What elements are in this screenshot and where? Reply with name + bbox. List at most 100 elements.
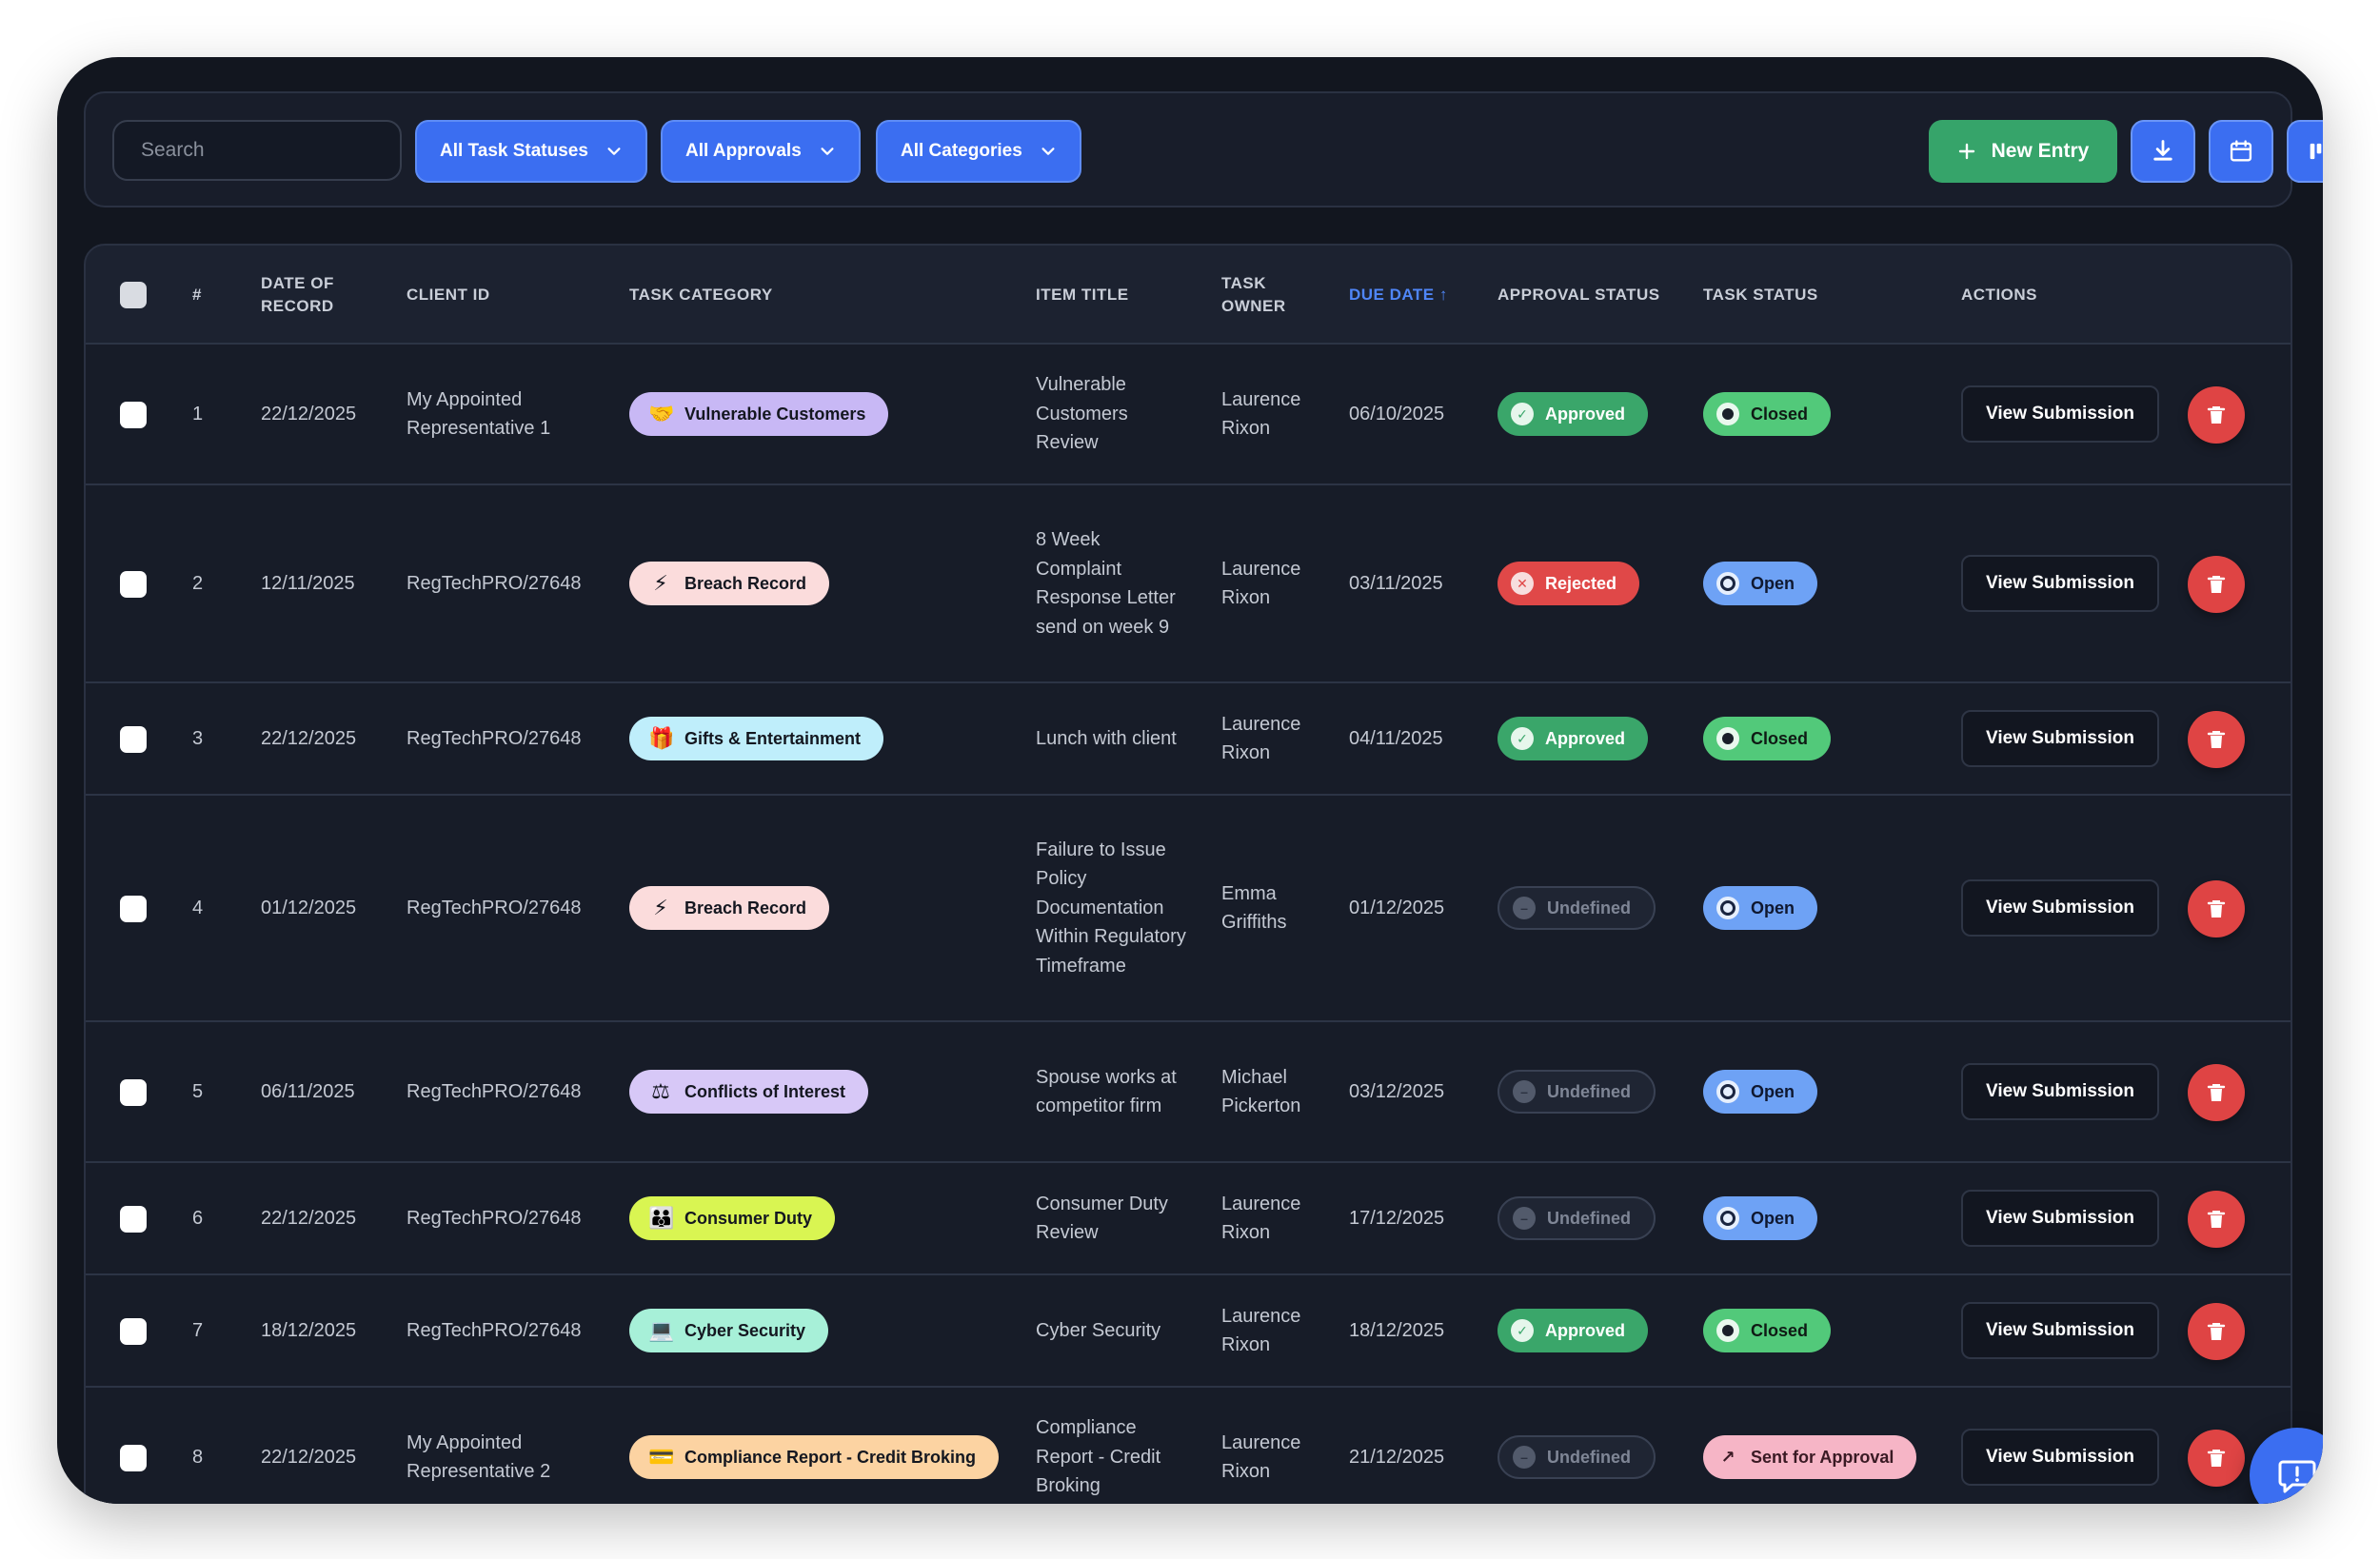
task-status-badge: Open: [1703, 562, 1818, 605]
select-all-checkbox[interactable]: [120, 282, 147, 308]
row-number: 6: [192, 1207, 204, 1229]
row-number: 7: [192, 1319, 204, 1341]
delete-button[interactable]: [2188, 880, 2245, 937]
row-checkbox[interactable]: [120, 896, 147, 922]
delete-button[interactable]: [2188, 1191, 2245, 1248]
category-badge: 🎁 Gifts & Entertainment: [629, 717, 884, 760]
client-id: RegTechPRO/27648: [407, 572, 582, 594]
task-status-badge: Open: [1703, 1070, 1818, 1114]
kanban-view-button[interactable]: [2287, 120, 2323, 183]
col-task-category: TASK CATEGORY: [629, 286, 773, 304]
approvals-filter[interactable]: All Approvals: [661, 120, 861, 183]
approval-status-cell: – Undefined: [1497, 1388, 1688, 1504]
task-owner: Laurence Rixon: [1221, 1431, 1301, 1483]
task-status-cell: Closed: [1703, 345, 1951, 483]
col-task-status: TASK STATUS: [1703, 286, 1818, 304]
task-category-cell: 💻 Cyber Security: [629, 1275, 1029, 1386]
due-date: 04/11/2025: [1349, 727, 1443, 749]
view-submission-button[interactable]: View Submission: [1961, 385, 2159, 443]
task-category-cell: 🤝 Vulnerable Customers: [629, 345, 1029, 483]
date-of-record: 22/12/2025: [261, 727, 357, 749]
approval-status-badge: – Undefined: [1497, 886, 1656, 930]
delete-button[interactable]: [2188, 711, 2245, 768]
due-date: 17/12/2025: [1349, 1207, 1445, 1229]
check-icon: ✓: [1511, 727, 1534, 750]
categories-filter[interactable]: All Categories: [876, 120, 1081, 183]
task-category-cell: ⚡ Breach Record: [629, 485, 1029, 681]
approval-status-cell: ✓ Approved: [1497, 683, 1688, 794]
new-entry-button[interactable]: New Entry: [1929, 120, 2117, 183]
delete-button[interactable]: [2188, 1430, 2245, 1487]
delete-button[interactable]: [2188, 1064, 2245, 1121]
minus-icon: –: [1513, 1207, 1536, 1230]
calendar-button[interactable]: [2209, 120, 2273, 183]
task-owner: Laurence Rixon: [1221, 558, 1301, 609]
trash-icon: [2207, 1450, 2226, 1467]
approval-status-label: Approved: [1545, 728, 1626, 748]
delete-button[interactable]: [2188, 1303, 2245, 1360]
row-checkbox[interactable]: [120, 1445, 147, 1471]
table-row: 3 22/12/2025 RegTechPRO/27648 🎁 Gifts & Ente…: [86, 683, 2291, 796]
task-status-label: Open: [1751, 1081, 1795, 1101]
row-checkbox[interactable]: [120, 1206, 147, 1233]
view-submission-button[interactable]: View Submission: [1961, 1063, 2159, 1120]
task-status-label: Open: [1751, 573, 1795, 593]
category-label: Breach Record: [684, 573, 807, 593]
item-title: 8 Week Complaint Response Letter send on…: [1036, 529, 1176, 638]
category-label: Cyber Security: [684, 1320, 806, 1340]
filled-circle-icon: [1716, 727, 1739, 750]
approval-status-label: Approved: [1545, 1320, 1626, 1340]
approval-status-cell: – Undefined: [1497, 1163, 1688, 1273]
item-title: Compliance Report - Credit Broking: [1036, 1417, 1161, 1497]
row-number: 1: [192, 403, 204, 424]
task-status-cell: Open: [1703, 1022, 1951, 1161]
row-checkbox[interactable]: [120, 726, 147, 753]
table-row: 8 22/12/2025 My Appointed Representative 2…: [86, 1388, 2291, 1504]
view-submission-button[interactable]: View Submission: [1961, 710, 2159, 767]
search-input[interactable]: Search: [112, 120, 402, 181]
row-checkbox[interactable]: [120, 1318, 147, 1345]
row-checkbox[interactable]: [120, 1079, 147, 1106]
category-label: Breach Record: [684, 898, 807, 918]
task-status-cell: Closed: [1703, 683, 1951, 794]
client-id: RegTechPRO/27648: [407, 1319, 582, 1341]
view-submission-button[interactable]: View Submission: [1961, 1302, 2159, 1359]
task-status-label: Closed: [1751, 404, 1809, 424]
task-status-cell: Closed: [1703, 1275, 1951, 1386]
approvals-filter-label: All Approvals: [685, 141, 802, 161]
view-submission-button[interactable]: View Submission: [1961, 879, 2159, 937]
view-submission-button[interactable]: View Submission: [1961, 1429, 2159, 1486]
open-circle-icon: [1716, 1080, 1739, 1103]
view-submission-button[interactable]: View Submission: [1961, 1190, 2159, 1247]
trash-icon: [2207, 731, 2226, 748]
chevron-down-icon: [607, 148, 621, 155]
row-checkbox[interactable]: [120, 571, 147, 598]
date-of-record: 01/12/2025: [261, 897, 357, 918]
approval-status-cell: ✓ Approved: [1497, 345, 1688, 483]
item-title: Vulnerable Customers Review: [1036, 374, 1128, 454]
table-row: 5 06/11/2025 RegTechPRO/27648 ⚖ Conflicts of…: [86, 1022, 2291, 1163]
item-title: Lunch with client: [1036, 727, 1177, 749]
col-due-date-sort[interactable]: DUE DATE ↑: [1349, 246, 1448, 345]
delete-button[interactable]: [2188, 386, 2245, 444]
category-label: Gifts & Entertainment: [684, 728, 862, 748]
view-submission-button[interactable]: View Submission: [1961, 555, 2159, 612]
category-icon: 👪: [648, 1205, 675, 1230]
x-icon: ✕: [1511, 572, 1534, 595]
download-button[interactable]: [2131, 120, 2195, 183]
approval-status-label: Undefined: [1547, 1208, 1631, 1228]
check-icon: ✓: [1511, 403, 1534, 425]
task-status-cell: ↗ Sent for Approval: [1703, 1388, 1951, 1504]
task-status-filter[interactable]: All Task Statuses: [415, 120, 647, 183]
task-status-label: Open: [1751, 898, 1795, 918]
approval-status-badge: ✓ Approved: [1497, 1309, 1649, 1352]
client-id: My Appointed Representative 2: [407, 1431, 551, 1483]
trash-icon: [2207, 1211, 2226, 1228]
client-id: RegTechPRO/27648: [407, 897, 582, 918]
row-checkbox[interactable]: [120, 402, 147, 428]
toolbar: Search All Task Statuses All Approvals A…: [84, 91, 2323, 207]
plus-icon: [1958, 143, 1974, 160]
category-icon: 🎁: [648, 725, 675, 750]
records-table: # DATE OF RECORD CLIENT ID TASK CATEGORY…: [84, 244, 2292, 1504]
delete-button[interactable]: [2188, 556, 2245, 613]
